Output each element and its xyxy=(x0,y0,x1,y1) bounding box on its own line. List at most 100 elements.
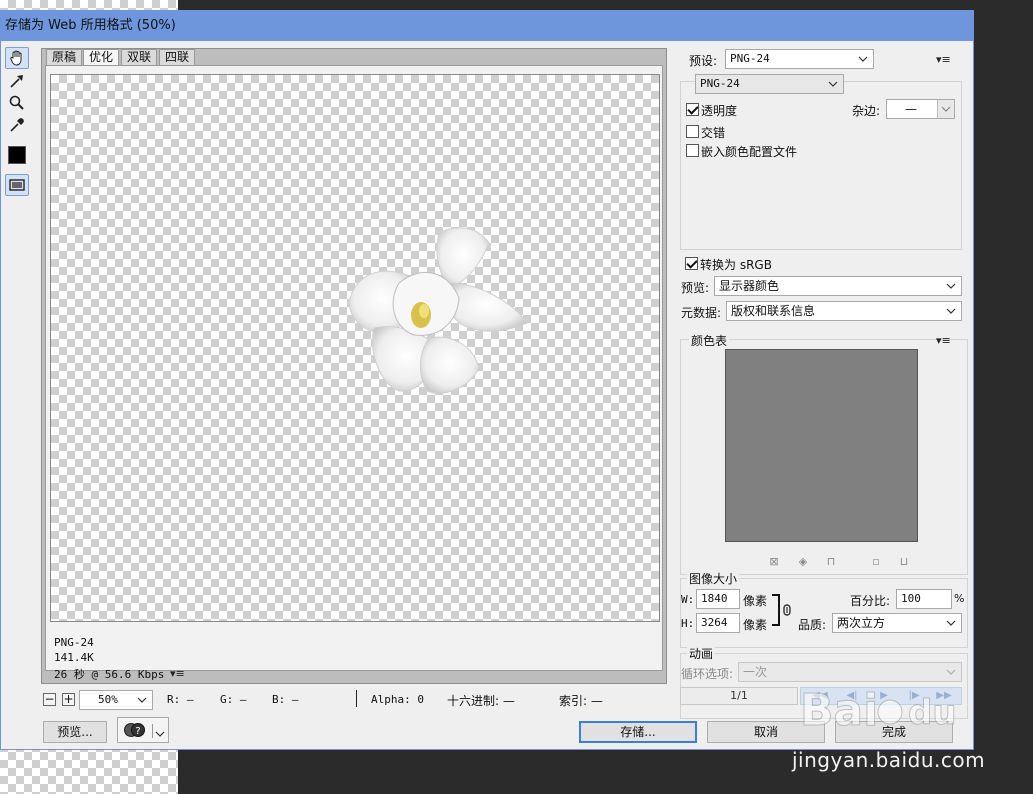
frame-counter: 1/1 xyxy=(680,687,798,705)
tab-4-up[interactable]: 四联 xyxy=(159,49,196,65)
delete-color-icon[interactable]: ⊔ xyxy=(898,556,910,568)
plus-icon: + xyxy=(63,692,74,706)
percent-input[interactable]: 100 xyxy=(896,589,952,609)
dialog-title: 存储为 Web 所用格式 (50%) xyxy=(1,11,973,41)
slice-select-tool-button[interactable] xyxy=(5,70,29,92)
optimized-format: PNG-24 xyxy=(54,636,94,649)
zoom-out-button[interactable]: − xyxy=(43,693,56,706)
download-speed-menu-icon[interactable]: ▾≡ xyxy=(170,667,185,680)
slices-visibility-icon xyxy=(9,179,25,191)
color-table-menu-icon[interactable]: ▾≡ xyxy=(936,334,951,347)
quality-label: 品质: xyxy=(798,618,827,632)
format-select[interactable]: PNG-24 xyxy=(695,74,844,94)
preset-value: PNG-24 xyxy=(730,52,770,65)
quality-select[interactable]: 两次立方 xyxy=(832,613,962,633)
quality-value: 两次立方 xyxy=(837,616,886,630)
map-transparent-icon[interactable]: ⊠ xyxy=(768,556,780,568)
chevron-down-icon xyxy=(941,106,951,112)
constrain-proportions-link-icon[interactable] xyxy=(771,593,793,627)
hand-icon xyxy=(10,50,22,66)
preview-color-label: 预览: xyxy=(681,281,710,295)
readout-hex: 十六进制: — xyxy=(447,694,515,708)
metadata-value: 版权和联系信息 xyxy=(731,304,816,318)
new-color-icon[interactable]: ▫ xyxy=(870,556,882,568)
metadata-label: 元数据: xyxy=(681,306,722,320)
percent-label: 百分比: xyxy=(850,594,891,608)
transparency-checkbox[interactable] xyxy=(686,103,699,116)
flower-image xyxy=(348,227,528,394)
eyedropper-color-button[interactable] xyxy=(5,144,29,166)
embed-profile-checkbox[interactable] xyxy=(686,144,699,157)
browser-select[interactable]: ? xyxy=(117,717,169,743)
height-label: H: xyxy=(681,617,695,630)
preset-select[interactable]: PNG-24 xyxy=(725,49,874,69)
preview-panel: PNG-24 141.4K 26 秒 @ 56.6 Kbps ▾≡ xyxy=(45,65,663,681)
loop-options-label: 循环选项: xyxy=(681,667,734,681)
color-table-swatches[interactable] xyxy=(725,349,918,542)
lock-color-icon[interactable]: ⊓ xyxy=(825,556,837,568)
metadata-select[interactable]: 版权和联系信息 xyxy=(726,301,962,321)
chevron-down-icon xyxy=(945,304,957,318)
minus-icon: − xyxy=(44,692,55,706)
watermark-url: jingyan.baidu.com xyxy=(792,748,986,772)
loop-options-select[interactable]: 一次 xyxy=(738,662,962,682)
embed-profile-label: 嵌入颜色配置文件 xyxy=(701,145,798,159)
optimized-file-size: 141.4K xyxy=(54,651,94,664)
width-input[interactable]: 1840 xyxy=(696,589,740,609)
tab-2-up[interactable]: 双联 xyxy=(121,49,158,65)
chevron-down-icon xyxy=(155,726,165,740)
readout-alpha: Alpha: 0 xyxy=(371,693,424,706)
preview-in-browser-button[interactable]: 预览... xyxy=(43,721,107,743)
matte-dropdown-toggle xyxy=(937,100,954,118)
preview-color-value: 显示器颜色 xyxy=(719,279,780,293)
svg-text:du: du xyxy=(908,693,957,733)
toggle-slices-visibility-button[interactable] xyxy=(5,174,29,196)
convert-srgb-checkbox[interactable] xyxy=(685,257,698,270)
readout-g: G: — xyxy=(220,693,247,706)
baidu-watermark-logo: Bai du xyxy=(800,680,980,740)
height-unit: 像素 xyxy=(743,618,768,632)
format-value: PNG-24 xyxy=(700,77,740,90)
preset-label: 预设: xyxy=(689,54,718,68)
svg-text:Bai: Bai xyxy=(800,685,878,736)
eyedropper-tool-button[interactable] xyxy=(5,114,29,136)
magnifier-icon xyxy=(9,95,24,110)
svg-text:?: ? xyxy=(135,726,140,737)
eyedropper-icon xyxy=(10,118,24,132)
matte-select[interactable]: — xyxy=(886,99,955,119)
status-divider xyxy=(356,690,357,707)
readout-r: R: — xyxy=(167,693,194,706)
interlaced-checkbox[interactable] xyxy=(686,125,699,138)
interlaced-label: 交错 xyxy=(701,126,726,140)
width-label: W: xyxy=(681,593,695,606)
zoom-tool-button[interactable] xyxy=(5,92,29,114)
width-unit: 像素 xyxy=(743,594,768,608)
image-size-title: 图像大小 xyxy=(687,570,740,587)
tab-optimized[interactable]: 优化 xyxy=(83,49,120,65)
web-snap-icon[interactable]: ◈ xyxy=(797,556,809,568)
chevron-down-icon xyxy=(945,665,957,679)
preview-color-select[interactable]: 显示器颜色 xyxy=(714,276,962,296)
loop-options-value: 一次 xyxy=(743,665,768,679)
matte-label: 杂边: xyxy=(852,104,881,118)
color-table-title: 颜色表 xyxy=(689,332,730,349)
hand-tool-button[interactable] xyxy=(5,47,29,69)
download-time: 26 秒 @ 56.6 Kbps xyxy=(54,668,165,681)
browser-select-divider xyxy=(152,724,153,738)
optimize-menu-icon[interactable]: ▾≡ xyxy=(936,53,951,66)
readout-index: 索引: — xyxy=(559,694,603,708)
matte-value: — xyxy=(905,102,917,116)
zoom-level-select[interactable]: 50% xyxy=(79,690,153,710)
transparency-label: 透明度 xyxy=(701,104,738,118)
height-input[interactable]: 3264 xyxy=(696,613,740,633)
readout-b: B: — xyxy=(272,693,299,706)
chevron-down-icon xyxy=(857,52,869,66)
tab-original[interactable]: 原稿 xyxy=(46,49,83,65)
preview-image-canvas[interactable] xyxy=(50,74,660,622)
chevron-down-icon xyxy=(827,77,839,91)
percent-unit: % xyxy=(954,592,965,605)
save-button[interactable]: 存储... xyxy=(579,721,697,743)
zoom-level-value: 50% xyxy=(98,693,118,706)
convert-srgb-label: 转换为 sRGB xyxy=(700,258,772,272)
zoom-in-button[interactable]: + xyxy=(62,693,75,706)
